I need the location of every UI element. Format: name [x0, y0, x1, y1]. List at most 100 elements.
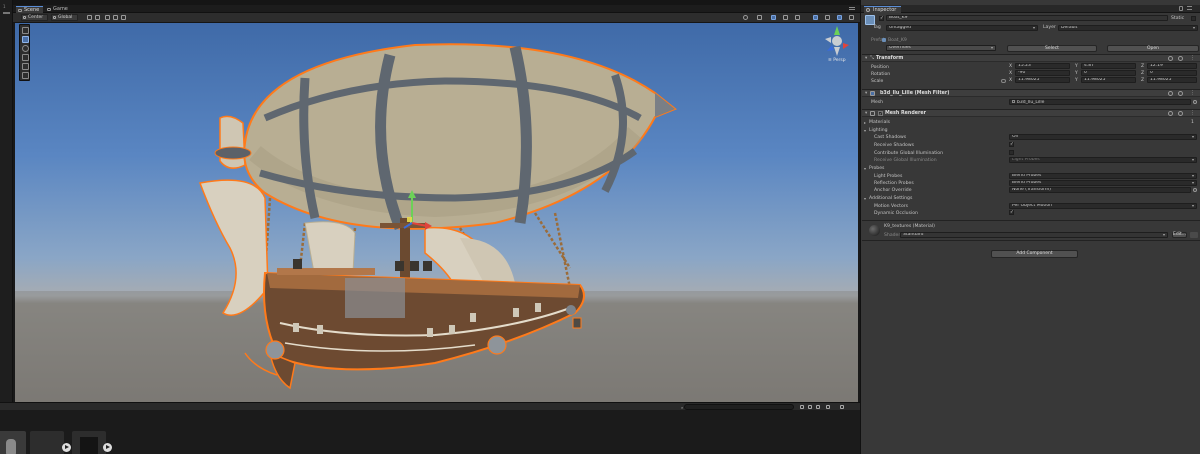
- rotation-y-field[interactable]: 0: [1081, 70, 1136, 76]
- help-icon[interactable]: [1168, 111, 1173, 116]
- snap-increment-icon[interactable]: [113, 15, 118, 20]
- help-icon[interactable]: [1168, 91, 1173, 96]
- layer-dropdown[interactable]: Default: [1058, 25, 1198, 31]
- tab-scene[interactable]: Scene: [16, 6, 44, 13]
- 2d-toggle-icon[interactable]: [757, 15, 762, 20]
- scale-x-field[interactable]: 11.98025: [1015, 77, 1070, 83]
- scale-y-field[interactable]: 11.98025: [1081, 77, 1136, 83]
- preset-icon[interactable]: [1178, 111, 1183, 116]
- position-z-field[interactable]: 12.19: [1147, 63, 1197, 69]
- mesh-filter-header[interactable]: ▾ b3d_llu_Lille (Mesh Filter) ⋮: [862, 89, 1200, 97]
- light-probes-dropdown[interactable]: Blend Probes: [1009, 173, 1197, 179]
- hidden-packages-icon[interactable]: [826, 405, 830, 409]
- axis-x-label: X: [1009, 71, 1013, 76]
- active-checkbox[interactable]: ✓: [879, 16, 884, 21]
- add-component-button[interactable]: Add Component: [991, 250, 1078, 258]
- additional-settings-foldout-icon[interactable]: ▾: [864, 196, 866, 201]
- object-name-field[interactable]: Boat_K9: [886, 15, 1168, 21]
- menu-icon[interactable]: [3, 12, 10, 14]
- prefab-value[interactable]: Boat_K9: [888, 38, 907, 43]
- additional-settings-label[interactable]: Additional Settings: [869, 196, 912, 201]
- move-tool-icon[interactable]: [22, 36, 29, 43]
- snap-icon[interactable]: [105, 15, 110, 20]
- camera-settings-icon[interactable]: [825, 15, 830, 20]
- reflection-probes-value: Blend Probes: [1012, 180, 1042, 185]
- draw-mode-icon[interactable]: [743, 15, 748, 20]
- transform-header[interactable]: ▾ ⤡ Transform ⋮: [862, 54, 1200, 62]
- asset-thumb-2[interactable]: [30, 431, 64, 454]
- scale-tool-icon[interactable]: [22, 54, 29, 61]
- dynamic-occlusion-checkbox[interactable]: ✓: [1009, 210, 1014, 215]
- cast-shadows-dropdown[interactable]: On: [1009, 134, 1197, 140]
- pivot-center-toggle[interactable]: Center: [21, 14, 48, 21]
- tab-menu-icon[interactable]: [849, 7, 855, 10]
- help-icon[interactable]: [1168, 56, 1173, 61]
- component-menu-icon[interactable]: ⋮: [1190, 90, 1195, 96]
- reflection-probes-dropdown[interactable]: Blend Probes: [1009, 180, 1197, 186]
- zoom-slider-icon[interactable]: [840, 405, 844, 409]
- overrides-dropdown[interactable]: Overrides: [886, 45, 996, 51]
- lock-icon[interactable]: [1179, 6, 1183, 11]
- filter-label-icon[interactable]: [808, 405, 812, 409]
- static-checkbox[interactable]: [1191, 16, 1196, 21]
- asset-play-icon[interactable]: [62, 443, 71, 452]
- object-picker-icon[interactable]: [1193, 100, 1197, 104]
- grid-dropdown-icon[interactable]: [95, 15, 100, 20]
- filter-type-icon[interactable]: [800, 405, 804, 409]
- hidden-objects-icon[interactable]: [813, 15, 818, 20]
- mesh-filter-title: b3d_llu_Lille (Mesh Filter): [880, 91, 950, 96]
- inspector-menu-icon[interactable]: [1187, 6, 1192, 10]
- mesh-renderer-header[interactable]: ▾ ✓ Mesh Renderer ⋮: [862, 109, 1200, 117]
- snap-settings-icon[interactable]: [121, 15, 126, 20]
- preset-icon[interactable]: [1178, 91, 1183, 96]
- materials-foldout-icon[interactable]: ▸: [864, 120, 866, 125]
- mesh-renderer-enabled-checkbox[interactable]: ✓: [878, 111, 883, 116]
- component-menu-icon[interactable]: ⋮: [1190, 110, 1195, 116]
- contribute-gi-checkbox[interactable]: [1009, 150, 1014, 155]
- grid-icon[interactable]: [87, 15, 92, 20]
- position-x-field[interactable]: 15.23: [1015, 63, 1070, 69]
- material-menu-icon[interactable]: [1190, 232, 1198, 238]
- asset-thumb-3[interactable]: [72, 431, 106, 454]
- motion-vectors-dropdown[interactable]: Per Object Motion: [1009, 203, 1197, 209]
- scale-z-field[interactable]: 11.98025: [1147, 77, 1197, 83]
- lighting-toggle-icon[interactable]: [771, 15, 776, 20]
- anchor-override-field[interactable]: None (Transform): [1009, 187, 1191, 193]
- perspective-label[interactable]: ≡ Persp: [828, 58, 846, 63]
- mesh-field[interactable]: b3d_llu_Lille: [1009, 99, 1191, 105]
- constrain-proportions-icon[interactable]: [1001, 79, 1006, 83]
- position-y-field[interactable]: 4.87: [1081, 63, 1136, 69]
- effects-toggle-icon[interactable]: [795, 15, 800, 20]
- lighting-foldout-icon[interactable]: ▾: [864, 128, 866, 133]
- tab-game[interactable]: Game: [45, 6, 72, 13]
- open-button[interactable]: Open: [1107, 45, 1199, 52]
- shader-dropdown[interactable]: Standard: [900, 232, 1168, 238]
- probes-label[interactable]: Probes: [869, 166, 884, 171]
- asset-play-icon[interactable]: [103, 443, 112, 452]
- scene-viewport[interactable]: [15, 23, 858, 402]
- rotation-z-field[interactable]: 0: [1147, 70, 1197, 76]
- rotation-x-field[interactable]: -90: [1015, 70, 1070, 76]
- favorite-icon[interactable]: [816, 405, 820, 409]
- lighting-label[interactable]: Lighting: [869, 128, 888, 133]
- object-picker-icon[interactable]: [1193, 188, 1197, 192]
- rotate-tool-icon[interactable]: [22, 45, 29, 52]
- hand-tool-icon[interactable]: [22, 27, 29, 34]
- component-menu-icon[interactable]: ⋮: [1190, 55, 1195, 61]
- materials-label[interactable]: Materials: [869, 120, 890, 125]
- rect-tool-icon[interactable]: [22, 63, 29, 70]
- preset-icon[interactable]: [1178, 56, 1183, 61]
- asset-thumb-1[interactable]: [0, 431, 26, 454]
- tag-dropdown[interactable]: Untagged: [886, 25, 1038, 31]
- gizmos-dropdown-icon[interactable]: [849, 15, 854, 20]
- transform-tool-icon[interactable]: [22, 72, 29, 79]
- edit-shader-button[interactable]: Edit...: [1172, 232, 1187, 238]
- select-button[interactable]: Select: [1007, 45, 1097, 52]
- gizmos-toggle-icon[interactable]: [837, 15, 842, 20]
- receive-shadows-checkbox[interactable]: ✓: [1009, 142, 1014, 147]
- space-global-toggle[interactable]: Global: [51, 14, 78, 21]
- scene-gizmo-icon[interactable]: [825, 26, 849, 56]
- tab-inspector[interactable]: Inspector: [864, 6, 902, 13]
- probes-foldout-icon[interactable]: ▾: [864, 166, 866, 171]
- audio-toggle-icon[interactable]: [783, 15, 788, 20]
